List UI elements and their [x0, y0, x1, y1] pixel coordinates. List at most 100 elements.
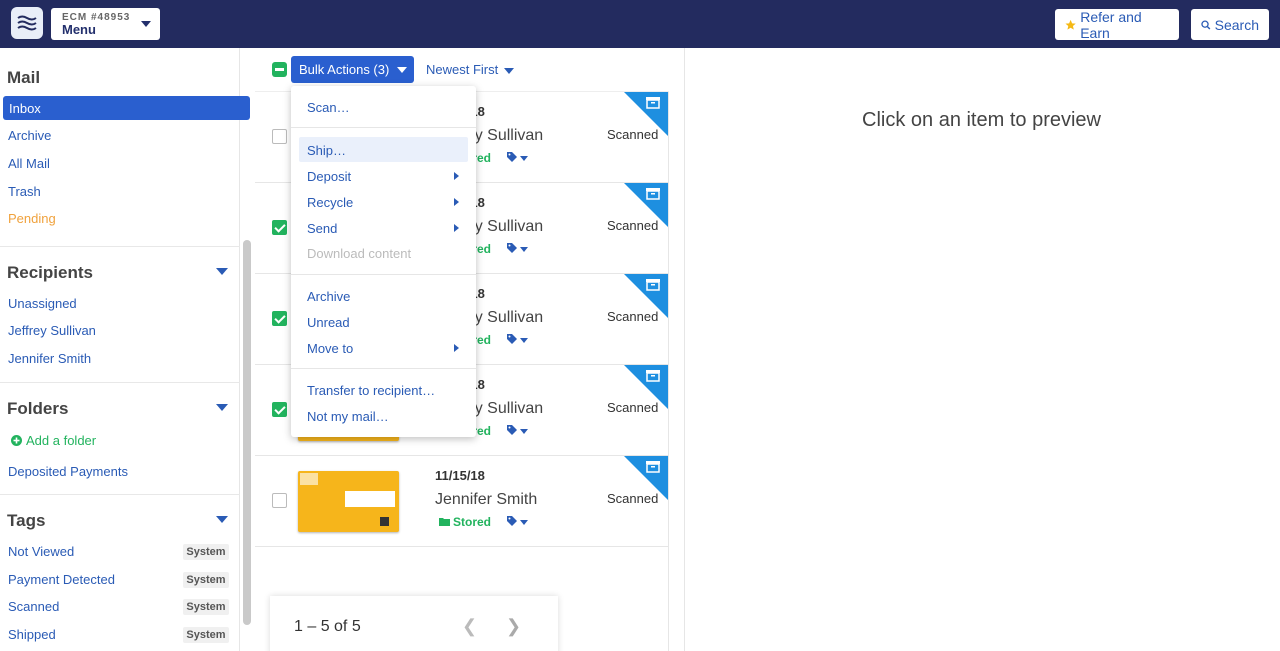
tag-icon [507, 152, 517, 162]
row-checkbox[interactable] [272, 311, 287, 326]
menu-item-move-to[interactable]: Move to [307, 341, 353, 356]
plus-circle-icon [11, 435, 22, 446]
add-folder-label: Add a folder [26, 433, 97, 448]
sidebar-item-deposited-payments[interactable]: Deposited Payments [8, 464, 128, 479]
recipients-section-title: Recipients [7, 263, 93, 282]
preview-empty-message: Click on an item to preview [862, 109, 1101, 131]
menu-item-transfer-to-recipient[interactable]: Transfer to recipient… [307, 383, 435, 398]
chevron-down-icon [520, 338, 528, 344]
return-address-label [300, 473, 318, 485]
menu-item-deposit[interactable]: Deposit [307, 169, 351, 184]
top-bar: ECM #48953 Menu Refer and Earn Search [0, 0, 1280, 48]
sidebar-tag-payment-detected[interactable]: Payment Detected [8, 572, 115, 587]
mail-date: 11/15/18 [435, 468, 485, 483]
pagination-range: 1 – 5 of 5 [294, 618, 361, 635]
menu-item-ship[interactable]: Ship… [307, 143, 346, 158]
sidebar-scrollbar[interactable] [243, 240, 251, 625]
sidebar-item-jennifer-smith[interactable]: Jennifer Smith [8, 351, 91, 366]
chevron-down-icon [141, 21, 151, 27]
tag-dropdown[interactable] [507, 242, 528, 256]
refer-and-earn-button[interactable]: Refer and Earn [1055, 8, 1179, 41]
sidebar-item-unassigned[interactable]: Unassigned [8, 296, 77, 311]
row-checkbox[interactable] [272, 129, 287, 144]
sidebar-item-all-mail[interactable]: All Mail [8, 156, 50, 171]
divider [0, 494, 240, 495]
archive-box-icon [624, 274, 668, 318]
sidebar-item-archive[interactable]: Archive [8, 128, 51, 143]
divider [0, 382, 240, 383]
sidebar: Mail Inbox Archive All Mail Trash Pendin… [0, 48, 250, 651]
app-logo-button[interactable] [11, 7, 43, 39]
divider [291, 368, 476, 369]
sort-dropdown[interactable]: Newest First [426, 62, 515, 77]
chevron-left-icon[interactable]: ❮ [462, 616, 477, 637]
row-checkbox[interactable] [272, 493, 287, 508]
divider [291, 127, 476, 128]
search-label: Search [1214, 16, 1259, 33]
account-menu-button[interactable]: ECM #48953 Menu [51, 8, 160, 40]
archive-box-icon [624, 92, 668, 136]
sidebar-item-trash[interactable]: Trash [8, 184, 41, 199]
bulk-actions-label: Bulk Actions (3) [299, 62, 390, 77]
tag-icon [507, 516, 517, 526]
row-checkbox[interactable] [272, 402, 287, 417]
tag-icon [507, 425, 517, 435]
select-all-checkbox[interactable] [272, 62, 287, 77]
preview-pane: Click on an item to preview [684, 48, 1280, 651]
tag-dropdown[interactable] [507, 424, 528, 438]
sidebar-tag-shipped[interactable]: Shipped [8, 627, 56, 642]
mail-recipient-name: Jennifer Smith [435, 491, 538, 508]
menu-item-recycle[interactable]: Recycle [307, 195, 353, 210]
sidebar-item-pending[interactable]: Pending [8, 211, 56, 226]
bulk-actions-menu: Scan… Ship… Deposit Recycle Send Downloa… [291, 86, 476, 437]
add-folder-button[interactable]: Add a folder [11, 433, 96, 448]
system-badge: System [183, 627, 229, 643]
sidebar-item-inbox[interactable]: Inbox [3, 96, 250, 120]
folder-icon [439, 518, 450, 526]
chevron-down-icon [504, 67, 515, 74]
star-icon [1065, 19, 1076, 30]
envelope-thumbnail[interactable] [298, 471, 399, 532]
tag-dropdown[interactable] [507, 333, 528, 347]
search-icon [1201, 20, 1211, 30]
chevron-down-icon [520, 156, 528, 162]
mail-row[interactable]: 11/15/18 Jennifer Smith Stored Scanned [255, 456, 669, 547]
tag-icon [507, 243, 517, 253]
menu-item-download-content: Download content [307, 246, 412, 261]
recipient-address-label [345, 491, 395, 507]
menu-item-not-my-mail[interactable]: Not my mail… [307, 409, 389, 424]
menu-item-scan[interactable]: Scan… [307, 100, 350, 115]
folders-collapse-icon[interactable] [216, 404, 228, 411]
submenu-arrow-icon [454, 344, 459, 352]
divider [0, 246, 240, 247]
chevron-down-icon [397, 67, 407, 73]
tag-icon [507, 334, 517, 344]
chevron-down-icon [520, 429, 528, 435]
menu-item-unread[interactable]: Unread [307, 315, 350, 330]
tag-dropdown[interactable] [507, 515, 528, 529]
bulk-actions-button[interactable]: Bulk Actions (3) [291, 56, 414, 83]
recipients-collapse-icon[interactable] [216, 268, 228, 275]
menu-item-send[interactable]: Send [307, 221, 337, 236]
chevron-right-icon[interactable]: ❯ [506, 616, 521, 637]
sidebar-item-jeffrey-sullivan[interactable]: Jeffrey Sullivan [8, 323, 96, 338]
stored-status: Stored [439, 515, 491, 529]
menu-item-archive[interactable]: Archive [307, 289, 350, 304]
wave-logo-icon [17, 15, 37, 31]
chevron-down-icon [520, 247, 528, 253]
submenu-arrow-icon [454, 172, 459, 180]
folders-section-title: Folders [7, 399, 69, 418]
system-badge: System [183, 599, 229, 615]
row-checkbox[interactable] [272, 220, 287, 235]
submenu-arrow-icon [454, 224, 459, 232]
tags-collapse-icon[interactable] [216, 516, 228, 523]
refer-label: Refer and Earn [1080, 8, 1142, 41]
tag-dropdown[interactable] [507, 151, 528, 165]
stored-label: Stored [453, 515, 492, 529]
archive-box-icon [624, 365, 668, 409]
search-button[interactable]: Search [1191, 9, 1269, 40]
sidebar-tag-scanned[interactable]: Scanned [8, 599, 59, 614]
pagination: 1 – 5 of 5 ❮ ❯ [270, 596, 558, 651]
submenu-arrow-icon [454, 198, 459, 206]
sidebar-tag-not-viewed[interactable]: Not Viewed [8, 544, 74, 559]
